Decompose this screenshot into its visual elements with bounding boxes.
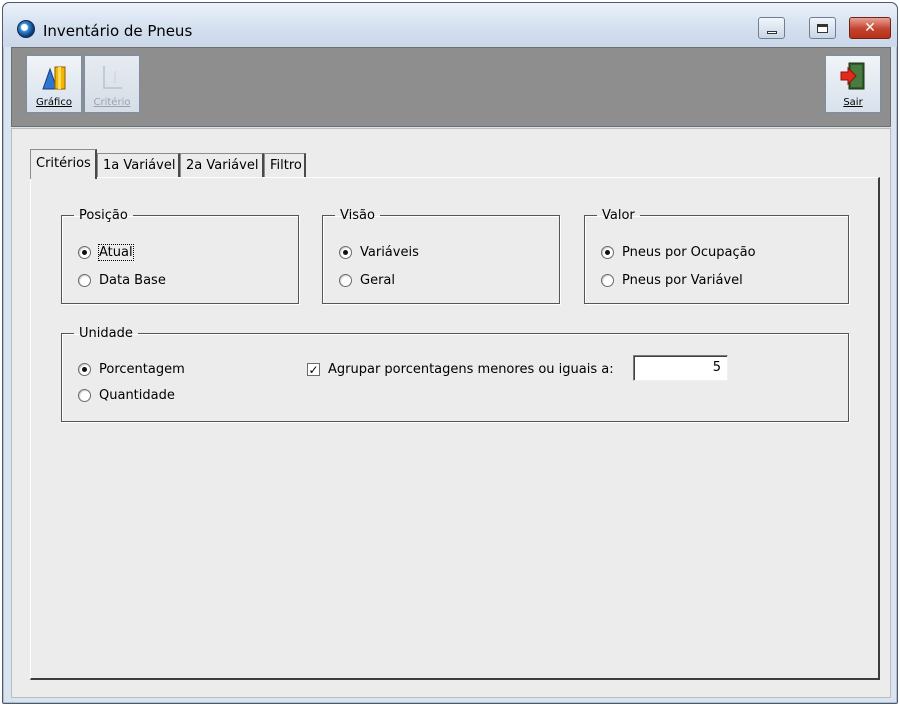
radio-data-base-icon[interactable]	[78, 274, 91, 287]
restore-button[interactable]	[809, 17, 836, 39]
radio-variaveis[interactable]: Variáveis	[339, 245, 419, 260]
criterios-panel: Posição Atual Data Base Visão Variáveis	[30, 177, 880, 680]
tab-1a-variavel[interactable]: 1a Variável	[97, 153, 180, 178]
grafico-label: Gráfico	[36, 97, 72, 108]
radio-atual-label: Atual	[98, 244, 134, 261]
title-bar[interactable]: Inventário de Pneus ✕	[3, 3, 897, 47]
radio-quantidade-label: Quantidade	[99, 388, 175, 403]
visao-legend: Visão	[340, 208, 375, 223]
agrupar-checkbox[interactable]: ✓	[307, 363, 320, 376]
radio-quantidade-icon[interactable]	[78, 389, 91, 402]
sair-button[interactable]: Sair	[825, 55, 881, 113]
visao-group: Visão Variáveis Geral	[322, 208, 560, 304]
radio-porcentagem[interactable]: Porcentagem	[78, 362, 185, 377]
radio-porcentagem-icon[interactable]	[78, 363, 91, 376]
valor-group: Valor Pneus por Ocupação Pneus por Variá…	[584, 208, 849, 304]
posicao-group: Posição Atual Data Base	[61, 208, 299, 304]
posicao-legend: Posição	[79, 208, 128, 223]
radio-data-base-label: Data Base	[99, 273, 166, 288]
sair-label: Sair	[843, 97, 863, 108]
criteria-icon	[103, 66, 122, 89]
radio-data-base[interactable]: Data Base	[78, 273, 166, 288]
tab-filtro[interactable]: Filtro	[264, 153, 306, 178]
radio-geral-label: Geral	[360, 273, 395, 288]
chart-icon	[42, 66, 66, 90]
radio-porcentagem-label: Porcentagem	[99, 362, 185, 377]
radio-quantidade[interactable]: Quantidade	[78, 388, 175, 403]
radio-variaveis-icon[interactable]	[339, 246, 352, 259]
grafico-button[interactable]: Gráfico	[26, 55, 82, 113]
radio-atual[interactable]: Atual	[78, 244, 134, 261]
tab-2a-variavel[interactable]: 2a Variável	[180, 153, 264, 178]
app-icon	[17, 20, 35, 38]
tab-criterios[interactable]: Critérios	[30, 149, 97, 179]
criterio-label: Critério	[93, 97, 131, 108]
radio-pneus-ocupacao[interactable]: Pneus por Ocupação	[601, 245, 756, 260]
radio-pneus-ocupacao-icon[interactable]	[601, 246, 614, 259]
unidade-group: Unidade Porcentagem Quantidade ✓ Agrupar…	[61, 326, 849, 422]
toolbar: Gráfico Critério Sair	[11, 47, 891, 127]
criterio-button[interactable]: Critério	[84, 55, 140, 113]
close-button[interactable]: ✕	[849, 17, 891, 39]
content-area: Critérios 1a Variável 2a Variável Filtro…	[11, 128, 891, 698]
agrupar-label: Agrupar porcentagens menores ou iguais a…	[328, 362, 614, 377]
radio-geral-icon[interactable]	[339, 274, 352, 287]
minimize-button[interactable]	[758, 17, 785, 39]
valor-legend: Valor	[602, 208, 635, 223]
main-window: Inventário de Pneus ✕ Gráfico Critério S…	[2, 2, 898, 704]
restore-icon	[817, 23, 828, 33]
radio-pneus-variavel-icon[interactable]	[601, 274, 614, 287]
minimize-icon	[766, 30, 777, 34]
radio-pneus-variavel-label: Pneus por Variável	[622, 273, 743, 288]
radio-pneus-variavel[interactable]: Pneus por Variável	[601, 273, 743, 288]
radio-geral[interactable]: Geral	[339, 273, 395, 288]
unidade-legend: Unidade	[79, 326, 133, 341]
agrupar-value-input[interactable]: 5	[633, 355, 728, 381]
window-title: Inventário de Pneus	[43, 22, 193, 40]
radio-pneus-ocupacao-label: Pneus por Ocupação	[622, 245, 756, 260]
agrupar-checkbox-row[interactable]: ✓ Agrupar porcentagens menores ou iguais…	[307, 362, 614, 377]
exit-door-icon	[840, 62, 865, 90]
radio-atual-icon[interactable]	[78, 246, 91, 259]
close-icon: ✕	[864, 20, 876, 36]
radio-variaveis-label: Variáveis	[360, 245, 419, 260]
